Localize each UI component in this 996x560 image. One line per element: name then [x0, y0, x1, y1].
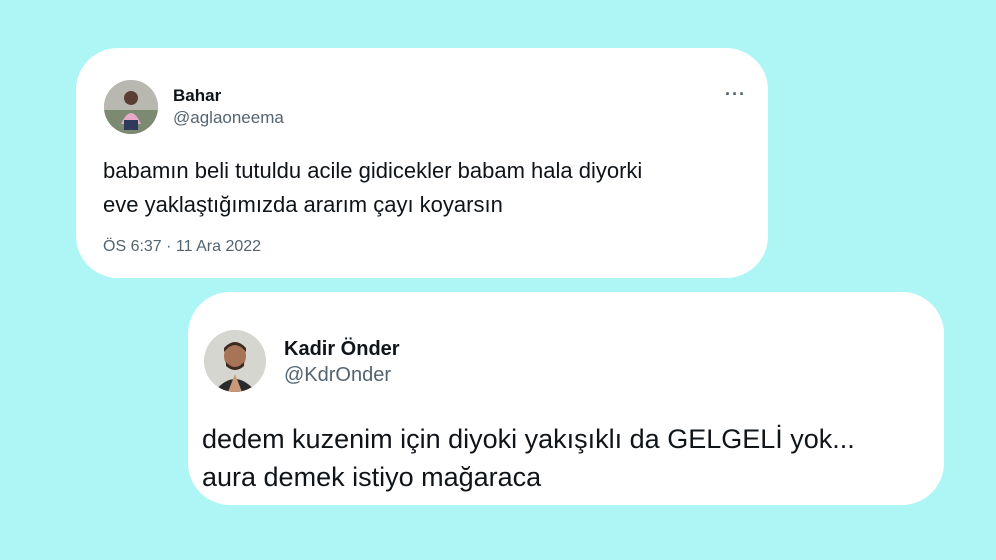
- avatar[interactable]: [104, 80, 158, 134]
- more-options-icon[interactable]: ···: [725, 84, 746, 105]
- tweet-text: babamın beli tutuldu acile gidicekler ba…: [103, 158, 643, 217]
- display-name[interactable]: Bahar: [173, 86, 221, 106]
- tweet-card-bahar[interactable]: Bahar @aglaoneema ··· babamın beli tutul…: [76, 48, 768, 278]
- display-name[interactable]: Kadir Önder: [284, 338, 400, 361]
- avatar[interactable]: [204, 330, 266, 392]
- user-handle[interactable]: @KdrOnder: [284, 364, 391, 387]
- user-handle[interactable]: @aglaoneema: [173, 108, 284, 128]
- profile-photo-icon: [104, 80, 158, 134]
- tweet-text: dedem kuzenim için diyoki yakışıklı da G…: [202, 424, 855, 492]
- tweet-timestamp[interactable]: ÖS 6:37 · 11 Ara 2022: [103, 238, 261, 256]
- profile-photo-icon: [204, 330, 266, 392]
- tweet-card-kadir-onder[interactable]: Kadir Önder @KdrOnder dedem kuzenim için…: [188, 292, 944, 505]
